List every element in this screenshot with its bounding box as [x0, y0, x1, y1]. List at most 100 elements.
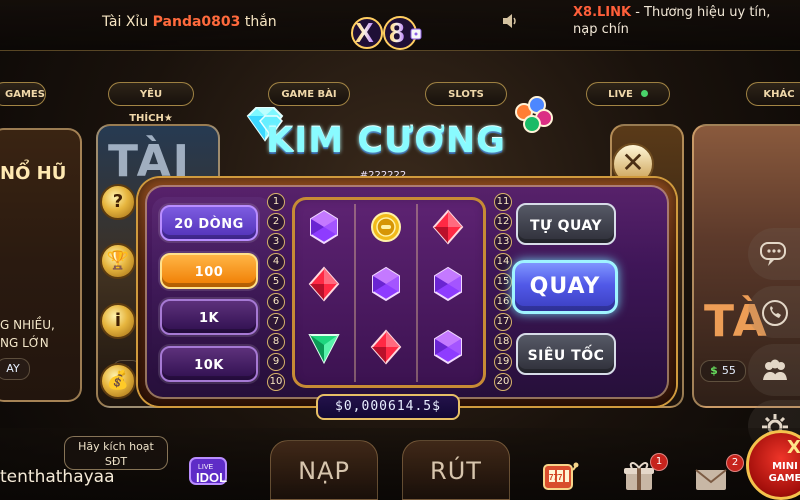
spin-button[interactable]: QUAY — [512, 260, 618, 314]
line-number-20[interactable]: 20 — [494, 373, 512, 391]
right-card-money-symbol: $ — [710, 364, 718, 377]
left-card-line-2: NG LỚN — [0, 336, 49, 350]
info-button[interactable]: i — [100, 303, 136, 339]
line-number-12[interactable]: 12 — [494, 213, 512, 231]
tab-games[interactable]: GAMES — [0, 82, 46, 106]
line-number-4[interactable]: 4 — [267, 253, 285, 271]
phone-icon[interactable] — [758, 296, 792, 330]
slot-title: KIM CƯƠNG — [266, 121, 506, 161]
line-number-19[interactable]: 19 — [494, 353, 512, 371]
live-dot-icon — [640, 90, 648, 97]
game-screen: Tài Xỉu Panda0803 thắn X 8 X8.LINK - Thư… — [0, 0, 800, 500]
line-number-15[interactable]: 15 — [494, 273, 512, 291]
left-card-pill: AY — [0, 358, 30, 380]
jackpot-value: $0,000614.5$ — [335, 399, 441, 414]
leaderboard-button[interactable]: 🏆 — [100, 243, 136, 279]
line-number-5[interactable]: 5 — [267, 273, 285, 291]
tab-other-label: KHÁC — [763, 89, 795, 100]
right-card-money-pill: $55 — [700, 360, 746, 382]
help-button[interactable]: ? — [100, 184, 136, 220]
line-number-18[interactable]: 18 — [494, 333, 512, 351]
tab-card-games-label: GAME BÀI — [281, 89, 337, 100]
withdraw-button[interactable]: RÚT — [402, 440, 510, 500]
red-diamond-icon — [430, 209, 466, 245]
bet-1k-label: 1K — [198, 311, 220, 326]
line-number-8[interactable]: 8 — [267, 333, 285, 351]
withdraw-label: RÚT — [430, 457, 482, 485]
purple-diamond-icon — [430, 329, 466, 365]
bet-10k-label: 10K — [194, 358, 224, 373]
green-triangle-icon — [306, 329, 342, 365]
tab-favorites[interactable]: YÊU THÍCH★ — [108, 82, 194, 124]
activate-phone-button[interactable]: Hãy kích hoạt SĐT — [64, 436, 168, 470]
line-number-17[interactable]: 17 — [494, 313, 512, 331]
info-icon: i — [114, 310, 122, 331]
line-number-9[interactable]: 9 — [267, 353, 285, 371]
activate-phone-line-1: Hãy kích hoạt — [78, 440, 154, 453]
chat-icon[interactable] — [758, 238, 792, 272]
speaker-icon[interactable] — [502, 12, 518, 30]
minigame-label: MINI GAME — [768, 461, 800, 484]
purple-diamond-icon — [430, 266, 466, 302]
tab-slots-label: SLOTS — [448, 89, 484, 100]
question-icon: ? — [112, 191, 124, 212]
line-number-13[interactable]: 13 — [494, 233, 512, 251]
tab-favorites-label: YÊU THÍCH★ — [129, 89, 173, 124]
svg-text:X: X — [355, 17, 374, 48]
marquee-suffix: thắn — [244, 14, 277, 30]
bet-1k-button[interactable]: 1K — [160, 299, 258, 335]
auto-spin-label: TỰ QUAY — [529, 218, 603, 234]
group-icon[interactable] — [758, 354, 792, 388]
marquee-brand: X8.LINK — [573, 5, 632, 20]
right-card-money-text: 55 — [721, 364, 736, 377]
minigame-x-icon: X — [787, 437, 800, 458]
line-number-1[interactable]: 1 — [267, 193, 285, 211]
x8-logo-icon: X 8 — [351, 16, 422, 50]
gift-badge: 1 — [650, 453, 668, 471]
tab-games-label: GAMES — [5, 89, 45, 100]
mail-badge-count: 2 — [731, 457, 739, 468]
wallet-icon: 💰 — [106, 370, 130, 391]
mail-badge: 2 — [726, 454, 744, 472]
reel-separator-2 — [416, 204, 418, 382]
trophy-icon: 🏆 — [106, 250, 130, 271]
tab-live-label: LIVE — [608, 89, 633, 100]
svg-text:IDOL: IDOL — [196, 470, 227, 485]
top-marquee-right: X8.LINK - Thương hiệu uy tín, nạp chín — [573, 4, 798, 38]
line-number-11[interactable]: 11 — [494, 193, 512, 211]
username: tenthathayaa — [0, 467, 115, 487]
wallet-button[interactable]: 💰 — [100, 363, 136, 399]
bet-100-button[interactable]: 100 — [160, 253, 258, 289]
line-number-6[interactable]: 6 — [267, 293, 285, 311]
turbo-label: SIÊU TỐC — [527, 348, 605, 364]
turbo-button[interactable]: SIÊU TỐC — [516, 333, 616, 375]
line-number-3[interactable]: 3 — [267, 233, 285, 251]
line-number-2[interactable]: 2 — [267, 213, 285, 231]
marquee-user: Panda0803 — [152, 14, 241, 30]
lines-button-label: 20 DÒNG — [174, 217, 244, 232]
lines-button[interactable]: 20 DÒNG — [160, 205, 258, 241]
svg-text:777: 777 — [549, 473, 563, 482]
spin-label: QUAY — [529, 274, 601, 299]
tab-other[interactable]: KHÁC — [746, 82, 800, 106]
red-diamond-icon — [368, 329, 404, 365]
live-idol-icon[interactable]: LIVE IDOL — [188, 454, 230, 492]
deposit-label: NẠP — [298, 457, 350, 485]
bet-100-label: 100 — [194, 265, 224, 280]
marquee-prefix: Tài Xỉu — [102, 14, 149, 30]
line-number-14[interactable]: 14 — [494, 253, 512, 271]
line-number-7[interactable]: 7 — [267, 313, 285, 331]
top-marquee: Tài Xỉu Panda0803 thắn — [102, 14, 277, 30]
slots-icon[interactable]: 777 — [540, 457, 580, 497]
deposit-button[interactable]: NẠP — [270, 440, 378, 500]
gold-coin-icon — [368, 209, 404, 245]
line-number-16[interactable]: 16 — [494, 293, 512, 311]
bet-10k-button[interactable]: 10K — [160, 346, 258, 382]
line-number-10[interactable]: 10 — [267, 373, 285, 391]
purple-diamond-icon — [368, 266, 404, 302]
auto-spin-button[interactable]: TỰ QUAY — [516, 203, 616, 245]
red-diamond-icon — [306, 266, 342, 302]
left-card-pill-text: AY — [6, 362, 20, 375]
tab-live[interactable]: LIVE — [586, 82, 670, 106]
purple-diamond-icon — [306, 209, 342, 245]
